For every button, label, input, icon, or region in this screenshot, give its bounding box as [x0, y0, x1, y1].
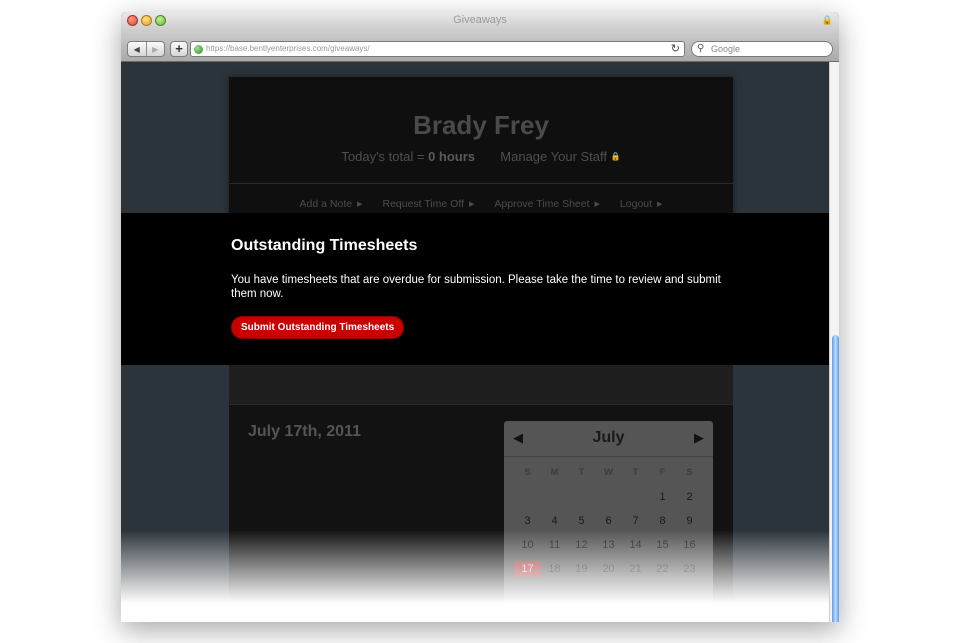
current-date: July 17th, 2011	[248, 423, 361, 440]
today-total-value: 0 hours	[428, 149, 476, 164]
calendar-day[interactable]: 17	[514, 561, 541, 577]
nav-buttons: ◀ ▶	[127, 41, 165, 57]
user-name: Brady Frey	[413, 110, 549, 140]
menu-logout[interactable]: Logout ▶	[620, 198, 663, 210]
calendar-day[interactable]: 13	[595, 537, 622, 553]
calendar-weekday: S	[524, 467, 531, 478]
back-button[interactable]: ◀	[128, 42, 146, 56]
calendar-weekday: M	[550, 467, 559, 478]
arrow-right-icon: ▶	[594, 200, 600, 208]
header-subline: Today's total = 0 hours Manage Your Staf…	[229, 149, 733, 164]
search-input[interactable]: ⚲ Google	[691, 41, 833, 57]
calendar-empty-cell	[514, 489, 541, 505]
url-text: https://base.bentlyenterprises.com/givea…	[206, 44, 370, 53]
manage-staff-link[interactable]: Manage Your Staff	[500, 149, 607, 164]
calendar-day[interactable]: 4	[541, 513, 568, 529]
site-icon	[194, 45, 203, 54]
outstanding-timesheets-banner: Outstanding Timesheets You have timeshee…	[121, 213, 829, 365]
calendar-day[interactable]: 3	[514, 513, 541, 529]
calendar-day[interactable]: 8	[649, 513, 676, 529]
calendar-header: ◀ July ▶	[504, 421, 713, 457]
arrow-right-icon: ▶	[657, 200, 663, 208]
calendar-empty-cell	[622, 489, 649, 505]
browser-toolbar: ◀ ▶ + https://base.bentlyenterprises.com…	[121, 29, 839, 62]
browser-window: Giveaways 🔒 ◀ ▶ + https://base.bentlyent…	[121, 12, 839, 622]
page-viewport: Brady Frey Today's total = 0 hours Manag…	[121, 62, 829, 622]
menu-item-label: Logout	[619, 197, 653, 210]
menu-item-label: Approve Time Sheet	[494, 197, 590, 210]
search-placeholder: Google	[711, 44, 741, 54]
lock-icon: 🔒	[821, 15, 833, 25]
today-total-label: Today's total =	[341, 149, 425, 164]
calendar-day[interactable]: 12	[568, 537, 595, 553]
next-month-icon[interactable]: ▶	[694, 430, 704, 446]
title-bar: Giveaways 🔒	[121, 12, 839, 29]
calendar-day[interactable]: 7	[622, 513, 649, 529]
submit-timesheets-button[interactable]: Submit Outstanding Timesheets	[231, 316, 405, 339]
menu-item-label: Add a Note	[299, 197, 353, 210]
banner-message: You have timesheets that are overdue for…	[231, 274, 721, 300]
reload-icon[interactable]: ↻	[671, 42, 680, 55]
lock-icon: 🔒	[610, 152, 621, 161]
calendar-weekday: T	[578, 467, 585, 478]
menu-add-note[interactable]: Add a Note ▶	[300, 198, 363, 210]
calendar: ◀ July ▶ S M T W T F S 1 2 3 4 5 6 7 8 9 10 11 12 13 14 15 16 1…	[504, 421, 713, 621]
arrow-right-icon: ▶	[357, 200, 363, 208]
calendar-day[interactable]: 21	[622, 561, 649, 577]
window-title: Giveaways	[453, 14, 507, 26]
calendar-month: July	[592, 429, 625, 446]
calendar-day[interactable]: 9	[676, 513, 703, 529]
calendar-weekday: T	[632, 467, 639, 478]
scrollbar-thumb[interactable]	[832, 335, 839, 622]
calendar-day[interactable]: 22	[649, 561, 676, 577]
page-header: Brady Frey Today's total = 0 hours Manag…	[229, 77, 733, 223]
calendar-day[interactable]: 5	[568, 513, 595, 529]
calendar-day[interactable]: 10	[514, 537, 541, 553]
calendar-day[interactable]: 20	[595, 561, 622, 577]
calendar-weekday: F	[659, 467, 666, 478]
banner-title: Outstanding Timesheets	[231, 237, 418, 254]
calendar-weekday: W	[604, 467, 613, 478]
calendar-empty-cell	[595, 489, 622, 505]
arrow-right-icon: ▶	[469, 200, 475, 208]
calendar-day[interactable]: 2	[676, 489, 703, 505]
timesheet-content: July 17th, 2011 ◀ July ▶ SMTWTFS12345678…	[229, 365, 733, 622]
calendar-day[interactable]: 18	[541, 561, 568, 577]
calendar-day[interactable]: 15	[649, 537, 676, 553]
calendar-day[interactable]: 1	[649, 489, 676, 505]
calendar-empty-cell	[541, 489, 568, 505]
calendar-day[interactable]: 16	[676, 537, 703, 553]
menu-request-time-off[interactable]: Request Time Off ▶	[382, 198, 474, 210]
content-toolbar	[229, 365, 733, 405]
menu-approve-time-sheet[interactable]: Approve Time Sheet ▶	[494, 198, 600, 210]
vertical-scrollbar[interactable]	[829, 62, 839, 622]
calendar-day[interactable]: 6	[595, 513, 622, 529]
calendar-day[interactable]: 11	[541, 537, 568, 553]
calendar-day[interactable]: 14	[622, 537, 649, 553]
address-bar[interactable]: https://base.bentlyenterprises.com/givea…	[190, 41, 685, 57]
forward-button[interactable]: ▶	[145, 42, 165, 56]
calendar-day[interactable]: 19	[568, 561, 595, 577]
add-bookmark-button[interactable]: +	[170, 41, 188, 57]
menu-item-label: Request Time Off	[382, 197, 464, 210]
calendar-day[interactable]: 23	[676, 561, 703, 577]
search-icon: ⚲	[697, 43, 705, 54]
calendar-empty-cell	[568, 489, 595, 505]
calendar-grid: S M T W T F S 1 2 3 4 5 6 7 8 9 10 11 12 13 14 15 16 17 18 19 20 21…	[514, 465, 704, 577]
calendar-weekday: S	[686, 467, 693, 478]
